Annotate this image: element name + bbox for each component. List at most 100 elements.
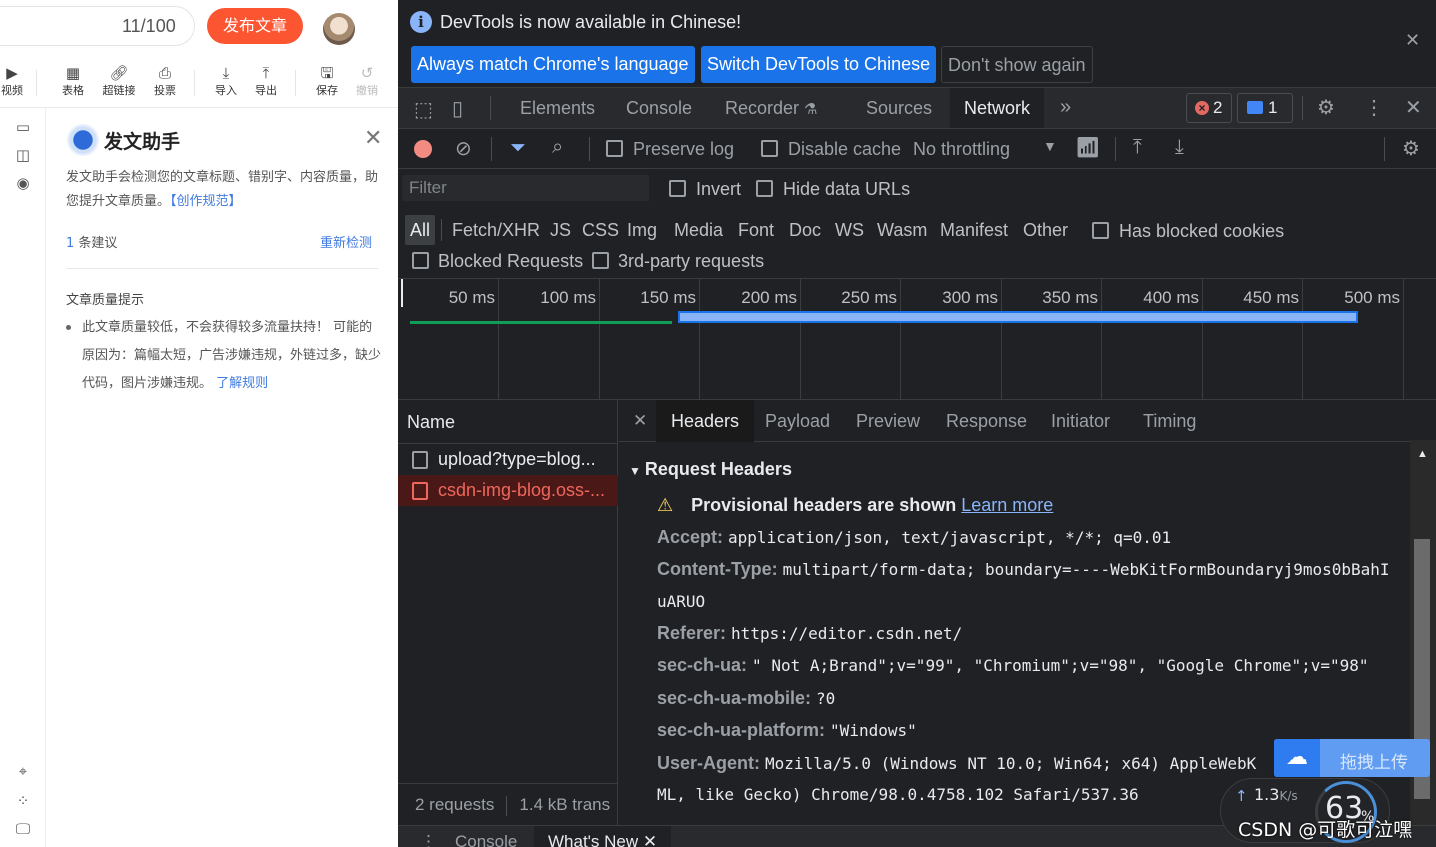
request-row-failed[interactable]: csdn-img-blog.oss-... xyxy=(398,475,618,506)
network-timeline-overview[interactable]: 50 ms 100 ms 150 ms 200 ms 250 ms 300 ms… xyxy=(398,279,1436,400)
type-ws[interactable]: WS xyxy=(835,215,864,245)
header-value: https://editor.csdn.net/ xyxy=(731,624,963,643)
tab-elements[interactable]: Elements xyxy=(520,88,595,128)
filter-funnel-icon[interactable]: ⏷ xyxy=(510,137,526,160)
toolbar-table-button[interactable]: ▦ 表格 xyxy=(53,64,93,98)
device-toolbar-icon[interactable]: ▯ xyxy=(452,96,463,121)
type-manifest[interactable]: Manifest xyxy=(940,215,1008,245)
type-wasm[interactable]: Wasm xyxy=(877,215,927,245)
type-fetch-xhr[interactable]: Fetch/XHR xyxy=(452,215,540,245)
header-value: ?0 xyxy=(816,689,836,708)
third-party-checkbox[interactable] xyxy=(592,252,609,269)
match-language-button[interactable]: Always match Chrome's language xyxy=(411,46,695,83)
message-count-badge[interactable]: 1 xyxy=(1237,93,1293,123)
hide-data-urls-checkbox[interactable] xyxy=(756,180,773,197)
close-icon[interactable]: ✕ xyxy=(633,400,647,442)
error-count-badge[interactable]: 2 xyxy=(1186,93,1232,123)
timeline-start-marker xyxy=(401,279,403,307)
invert-checkbox[interactable] xyxy=(669,180,686,197)
tab-console[interactable]: Console xyxy=(626,88,692,128)
settings-gear-icon[interactable]: ⚙ xyxy=(1317,95,1335,120)
creation-rules-link[interactable]: 【创作规范】 xyxy=(170,194,242,209)
drawer-tab-console[interactable]: Console xyxy=(455,832,517,847)
drawer-menu-icon[interactable]: ⋮ xyxy=(420,832,437,847)
request-row[interactable]: upload?type=blog... xyxy=(398,444,618,475)
waterfall-bar-oss xyxy=(678,311,1358,323)
tab-preview[interactable]: Preview xyxy=(856,400,920,442)
avatar[interactable] xyxy=(323,13,355,45)
locate-icon[interactable]: ⌖ xyxy=(14,762,32,780)
document-icon xyxy=(412,451,428,469)
tab-payload[interactable]: Payload xyxy=(765,400,830,442)
tab-response[interactable]: Response xyxy=(946,400,1027,442)
more-options-icon[interactable]: ⋮ xyxy=(1364,95,1384,120)
network-conditions-icon[interactable]: 📶︎ xyxy=(1075,135,1100,160)
network-settings-gear-icon[interactable]: ⚙ xyxy=(1402,136,1420,161)
search-icon[interactable]: ⌕ xyxy=(552,136,563,159)
type-other[interactable]: Other xyxy=(1023,215,1068,245)
tab-network[interactable]: Network xyxy=(950,88,1045,128)
timeline-tick-label: 350 ms xyxy=(1042,288,1098,307)
preview-eye-icon[interactable]: ◉ xyxy=(14,174,32,192)
filter-input[interactable]: Filter xyxy=(402,175,649,201)
preserve-log-checkbox[interactable] xyxy=(606,140,623,157)
type-all[interactable]: All xyxy=(405,215,436,245)
section-title: Request Headers xyxy=(644,459,792,479)
learn-more-link[interactable]: Learn more xyxy=(961,495,1053,515)
tab-sources[interactable]: Sources xyxy=(866,88,932,128)
type-font[interactable]: Font xyxy=(738,215,774,245)
dont-show-again-button[interactable]: Don't show again xyxy=(941,46,1093,83)
close-icon[interactable]: ✕ xyxy=(643,832,657,847)
has-blocked-cookies-checkbox[interactable] xyxy=(1092,222,1109,239)
quality-tip-text: 此文章质量较低，不会获得较多流量扶持！ 可能的原因为：篇幅太短，广告涉嫌违规，外… xyxy=(66,314,382,398)
scroll-up-icon[interactable]: ▲ xyxy=(1417,448,1428,460)
header-key: Accept: xyxy=(657,527,724,547)
chevron-down-icon[interactable]: ▼ xyxy=(1043,138,1057,154)
monitor-icon[interactable]: 🖵︎ xyxy=(14,820,32,838)
layout-icon[interactable]: ▭ xyxy=(14,118,32,136)
blocked-requests-checkbox[interactable] xyxy=(412,252,429,269)
grid-icon[interactable]: ⁘ xyxy=(14,792,32,810)
toolbar-link-button[interactable]: 🔗︎ 超链接 xyxy=(99,64,139,98)
drag-upload-widget[interactable]: ☁ 拖拽上传 xyxy=(1274,739,1430,777)
toolbar-vote-button[interactable]: ⎙ 投票 xyxy=(145,64,185,98)
title-char-counter: 11/100 xyxy=(122,16,176,36)
publish-article-button[interactable]: 发布文章 xyxy=(207,8,303,44)
toolbar-video-button[interactable]: ▶ 视频 xyxy=(0,64,32,98)
header-row: Content-Type: multipart/form-data; bound… xyxy=(657,559,1390,580)
clear-icon[interactable]: ⊘ xyxy=(455,136,472,161)
type-doc[interactable]: Doc xyxy=(789,215,821,245)
switch-to-chinese-button[interactable]: Switch DevTools to Chinese xyxy=(701,46,937,83)
close-icon[interactable]: ✕ xyxy=(364,126,382,151)
name-column-header[interactable]: Name xyxy=(398,400,618,444)
toolbar-export-button[interactable]: ⤒ 导出 xyxy=(246,64,286,98)
type-css[interactable]: CSS xyxy=(582,215,619,245)
upload-label: 拖拽上传 xyxy=(1340,753,1408,773)
close-devtools-icon[interactable]: ✕ xyxy=(1405,95,1422,120)
inspect-element-icon[interactable]: ⬚ xyxy=(414,97,433,122)
disable-cache-checkbox[interactable] xyxy=(761,140,778,157)
throttling-select[interactable]: No throttling xyxy=(913,139,1010,160)
editor-side-strip: ▭ ◫ ◉ ⌖ ⁘ 🖵︎ xyxy=(0,108,46,847)
header-row: sec-ch-ua-platform: "Windows" xyxy=(657,720,917,741)
learn-rules-link[interactable]: 了解规则 xyxy=(216,376,268,391)
request-headers-section[interactable]: ▼ Request Headers xyxy=(629,459,792,480)
toolbar-undo-button[interactable]: ↺ 撤销 xyxy=(347,64,387,98)
import-har-icon[interactable]: ⤒ xyxy=(1133,136,1142,159)
tab-timing[interactable]: Timing xyxy=(1143,400,1196,442)
type-img[interactable]: Img xyxy=(627,215,657,245)
split-view-icon[interactable]: ◫ xyxy=(14,146,32,164)
type-js[interactable]: JS xyxy=(550,215,571,245)
toolbar-save-button[interactable]: 🖫︎ 保存 xyxy=(307,64,347,98)
record-icon[interactable] xyxy=(414,140,432,158)
toolbar-import-button[interactable]: ⤓ 导入 xyxy=(206,64,246,98)
type-media[interactable]: Media xyxy=(674,215,723,245)
tab-recorder[interactable]: Recorder ⚗ xyxy=(725,88,818,128)
drawer-tab-whats-new[interactable]: What's New ✕ xyxy=(534,826,672,847)
recheck-button[interactable]: 重新检测 xyxy=(320,232,372,251)
tab-initiator[interactable]: Initiator xyxy=(1051,400,1110,442)
export-har-icon[interactable]: ⤓ xyxy=(1175,136,1184,159)
more-tabs-chevron-icon[interactable]: » xyxy=(1060,96,1071,119)
close-icon[interactable]: ✕ xyxy=(1405,30,1420,51)
tab-headers[interactable]: Headers xyxy=(656,400,755,442)
